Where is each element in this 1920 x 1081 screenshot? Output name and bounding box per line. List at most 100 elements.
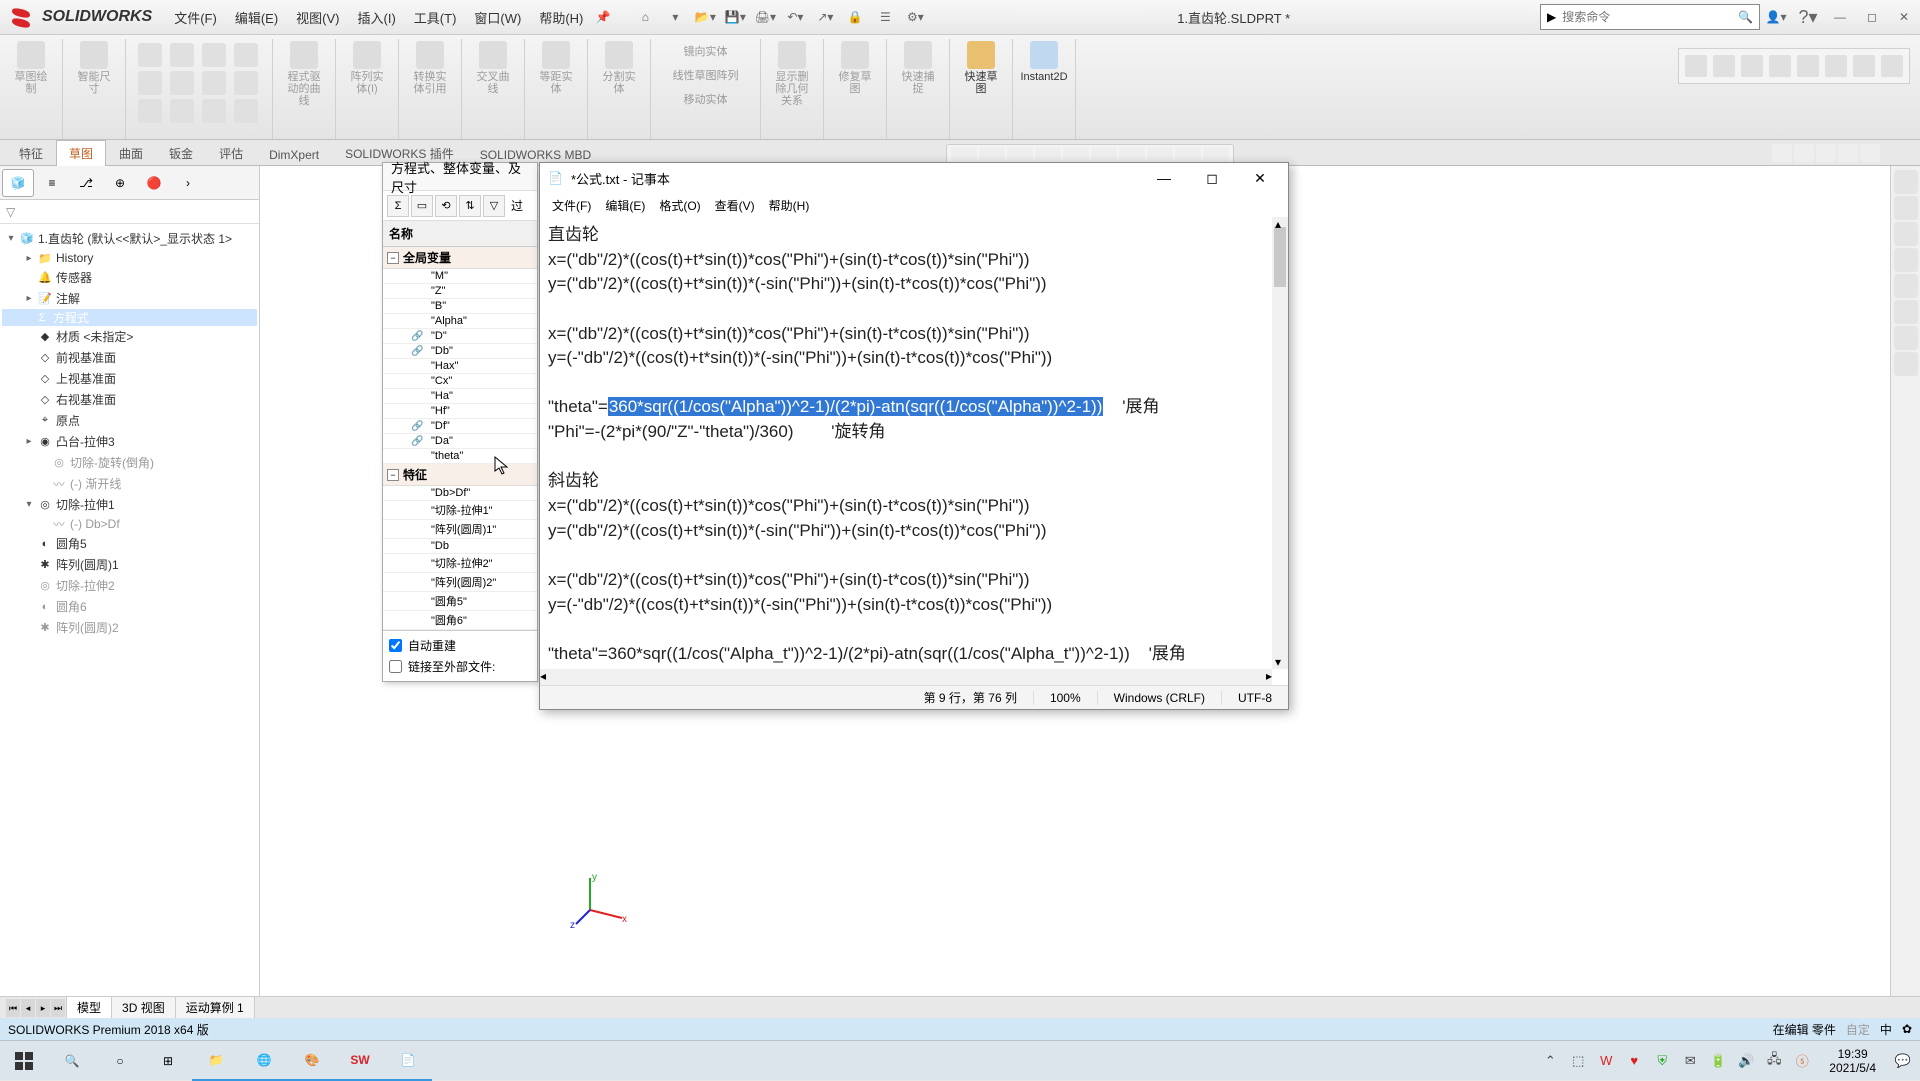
tree-root[interactable]: ▾🧊1.直齿轮 (默认<<默认>_显示状态 1> bbox=[2, 228, 257, 249]
undo-icon[interactable]: ↶▾ bbox=[783, 5, 807, 29]
menu-帮助(H)[interactable]: 帮助(H) bbox=[531, 4, 591, 31]
menu-视图(V)[interactable]: 视图(V) bbox=[288, 4, 347, 31]
tray-app3-icon[interactable]: ♥ bbox=[1625, 1052, 1643, 1070]
save-icon[interactable]: 💾▾ bbox=[723, 5, 747, 29]
start-button[interactable] bbox=[0, 1041, 48, 1081]
np-menu-帮助(H)[interactable]: 帮助(H) bbox=[763, 195, 816, 216]
tab-钣金[interactable]: 钣金 bbox=[156, 140, 206, 166]
eq-row[interactable]: 🔗"Df" bbox=[383, 419, 537, 434]
tb-explorer-icon[interactable]: 📁 bbox=[192, 1041, 240, 1081]
fm-tab-more[interactable]: › bbox=[172, 169, 204, 197]
np-menu-文件(F)[interactable]: 文件(F) bbox=[546, 195, 597, 216]
tray-chevron-icon[interactable]: ⌃ bbox=[1541, 1052, 1559, 1070]
ribbon-intersect[interactable]: 交叉曲线 bbox=[472, 71, 514, 95]
search-icon[interactable]: 🔍 bbox=[1738, 10, 1753, 24]
eq-row[interactable]: 🔗"Db" bbox=[383, 344, 537, 359]
mtab-first-icon[interactable]: ⏮ bbox=[6, 999, 20, 1017]
tree-item[interactable]: ▾◎切除-拉伸1 bbox=[2, 494, 257, 515]
tray-app2-icon[interactable]: W bbox=[1597, 1052, 1615, 1070]
tree-item[interactable]: ▸📝注解 bbox=[2, 288, 257, 309]
tray-app4-icon[interactable]: ⓢ bbox=[1793, 1052, 1811, 1070]
tab-草图[interactable]: 草图 bbox=[56, 140, 106, 166]
menu-编辑(E)[interactable]: 编辑(E) bbox=[227, 4, 286, 31]
model-tab-模型[interactable]: 模型 bbox=[66, 996, 112, 1019]
menu-文件(F)[interactable]: 文件(F) bbox=[166, 4, 225, 31]
ribbon-relations[interactable]: 显示删除几何关系 bbox=[771, 71, 813, 107]
new-icon[interactable]: ▾ bbox=[663, 5, 687, 29]
minimize-button[interactable]: — bbox=[1826, 6, 1854, 28]
eq-row[interactable]: "Db>Df" bbox=[383, 486, 537, 501]
tree-item[interactable]: ◐圆角5 bbox=[2, 533, 257, 554]
ribbon-sketch[interactable]: 草图绘制 bbox=[10, 71, 52, 95]
notepad-text-area[interactable]: 直齿轮x=("db"/2)*((cos(t)+t*sin(t))*cos("Ph… bbox=[540, 217, 1288, 685]
eq-row[interactable]: "theta" bbox=[383, 449, 537, 464]
eq-row[interactable]: 🔗"D" bbox=[383, 329, 537, 344]
pin-icon[interactable]: 📌 bbox=[591, 5, 615, 29]
print-icon[interactable]: 🖨▾ bbox=[753, 5, 777, 29]
help-icon[interactable]: ?▾ bbox=[1794, 6, 1822, 28]
notepad-window[interactable]: 📄 *公式.txt - 记事本 — ◻ ✕ 文件(F)编辑(E)格式(O)查看(… bbox=[539, 162, 1289, 710]
tree-item[interactable]: ◎切除-旋转(倒角) bbox=[2, 452, 257, 473]
taskpane-home-icon[interactable] bbox=[1894, 170, 1918, 194]
options-icon[interactable]: ☰ bbox=[873, 5, 897, 29]
tb-notepad-icon[interactable]: 📄 bbox=[384, 1041, 432, 1081]
tree-item[interactable]: ⌖原点 bbox=[2, 410, 257, 431]
status-punct-icon[interactable]: ✿ bbox=[1902, 1022, 1912, 1036]
ribbon-trim[interactable]: 阵列实体(I) bbox=[346, 71, 388, 95]
vp-dock1-icon[interactable] bbox=[1772, 144, 1792, 162]
vp-min-icon[interactable] bbox=[1816, 144, 1836, 162]
equations-table[interactable]: 名称 −全局变量"M""Z""B""Alpha"🔗"D"🔗"Db""Hax""C… bbox=[383, 221, 537, 630]
eq-auto-rebuild[interactable]: 自动重建 bbox=[389, 637, 531, 654]
eq-row[interactable]: "Cx" bbox=[383, 374, 537, 389]
search-input[interactable] bbox=[1562, 10, 1732, 24]
eq-sigma-icon[interactable]: Σ bbox=[387, 195, 409, 217]
eq-row[interactable]: "M" bbox=[383, 269, 537, 284]
tree-item[interactable]: ◇前视基准面 bbox=[2, 347, 257, 368]
eq-t3-icon[interactable]: ⇅ bbox=[459, 195, 481, 217]
np-menu-编辑(E)[interactable]: 编辑(E) bbox=[599, 195, 651, 216]
tree-item[interactable]: ◐圆角6 bbox=[2, 596, 257, 617]
notepad-maximize-button[interactable]: ◻ bbox=[1192, 164, 1232, 192]
tree-item[interactable]: 〰(-) 渐开线 bbox=[2, 473, 257, 494]
taskbar-clock[interactable]: 19:392021/5/4 bbox=[1821, 1047, 1884, 1075]
equations-dialog[interactable]: 方程式、整体变量、及尺寸 Σ ▭ ⟲ ⇅ ▽ 过 名称 −全局变量"M""Z""… bbox=[382, 162, 538, 682]
taskpane-explorer-icon[interactable] bbox=[1894, 248, 1918, 272]
fm-filter[interactable]: ▽ bbox=[0, 200, 259, 224]
eq-section[interactable]: −全局变量 bbox=[383, 247, 537, 269]
tb-browser-icon[interactable]: 🌐 bbox=[240, 1041, 288, 1081]
tray-network-icon[interactable]: 🖧 bbox=[1765, 1052, 1783, 1070]
tb-solidworks-icon[interactable]: SW bbox=[336, 1041, 384, 1081]
tree-item[interactable]: ✱阵列(圆周)1 bbox=[2, 554, 257, 575]
search-box[interactable]: ▶ 🔍 bbox=[1540, 4, 1760, 30]
eq-row[interactable]: "Hax" bbox=[383, 359, 537, 374]
tab-曲面[interactable]: 曲面 bbox=[106, 140, 156, 166]
notepad-close-button[interactable]: ✕ bbox=[1240, 164, 1280, 192]
ribbon-smartdim[interactable]: 智能尺寸 bbox=[73, 71, 115, 95]
ribbon-repair[interactable]: 修复草图 bbox=[834, 71, 876, 95]
eq-row[interactable]: "Hf" bbox=[383, 404, 537, 419]
vp-max-icon[interactable] bbox=[1838, 144, 1858, 162]
ribbon-pattern[interactable]: 线性草图阵列 bbox=[669, 63, 743, 87]
eq-t2-icon[interactable]: ⟲ bbox=[435, 195, 457, 217]
eq-filter-icon[interactable]: ▽ bbox=[483, 195, 505, 217]
fm-tab-config[interactable]: ⎇ bbox=[70, 169, 102, 197]
eq-row[interactable]: "Ha" bbox=[383, 389, 537, 404]
tab-DimXpert[interactable]: DimXpert bbox=[256, 143, 332, 166]
tray-volume-icon[interactable]: 🔊 bbox=[1737, 1052, 1755, 1070]
eq-row[interactable]: "Alpha" bbox=[383, 314, 537, 329]
menu-工具(T)[interactable]: 工具(T) bbox=[406, 4, 465, 31]
ribbon-curve[interactable]: 程式驱动的曲线 bbox=[283, 71, 325, 107]
ribbon-snap[interactable]: 快速捕捉 bbox=[897, 71, 939, 95]
vp-dock2-icon[interactable] bbox=[1794, 144, 1814, 162]
eq-row[interactable]: "切除-拉伸2" bbox=[383, 554, 537, 573]
fm-tab-property[interactable]: ≡ bbox=[36, 169, 68, 197]
status-ime-icon[interactable]: 中 bbox=[1880, 1021, 1892, 1038]
tray-battery-icon[interactable]: 🔋 bbox=[1709, 1052, 1727, 1070]
taskpane-palette-icon[interactable] bbox=[1894, 274, 1918, 298]
tray-mail-icon[interactable]: ✉ bbox=[1681, 1052, 1699, 1070]
tray-app1-icon[interactable]: ⬚ bbox=[1569, 1052, 1587, 1070]
model-tab-运动算例 1[interactable]: 运动算例 1 bbox=[175, 996, 255, 1019]
taskpane-forum-icon[interactable] bbox=[1894, 352, 1918, 376]
open-icon[interactable]: 📂▾ bbox=[693, 5, 717, 29]
tab-评估[interactable]: 评估 bbox=[206, 140, 256, 166]
